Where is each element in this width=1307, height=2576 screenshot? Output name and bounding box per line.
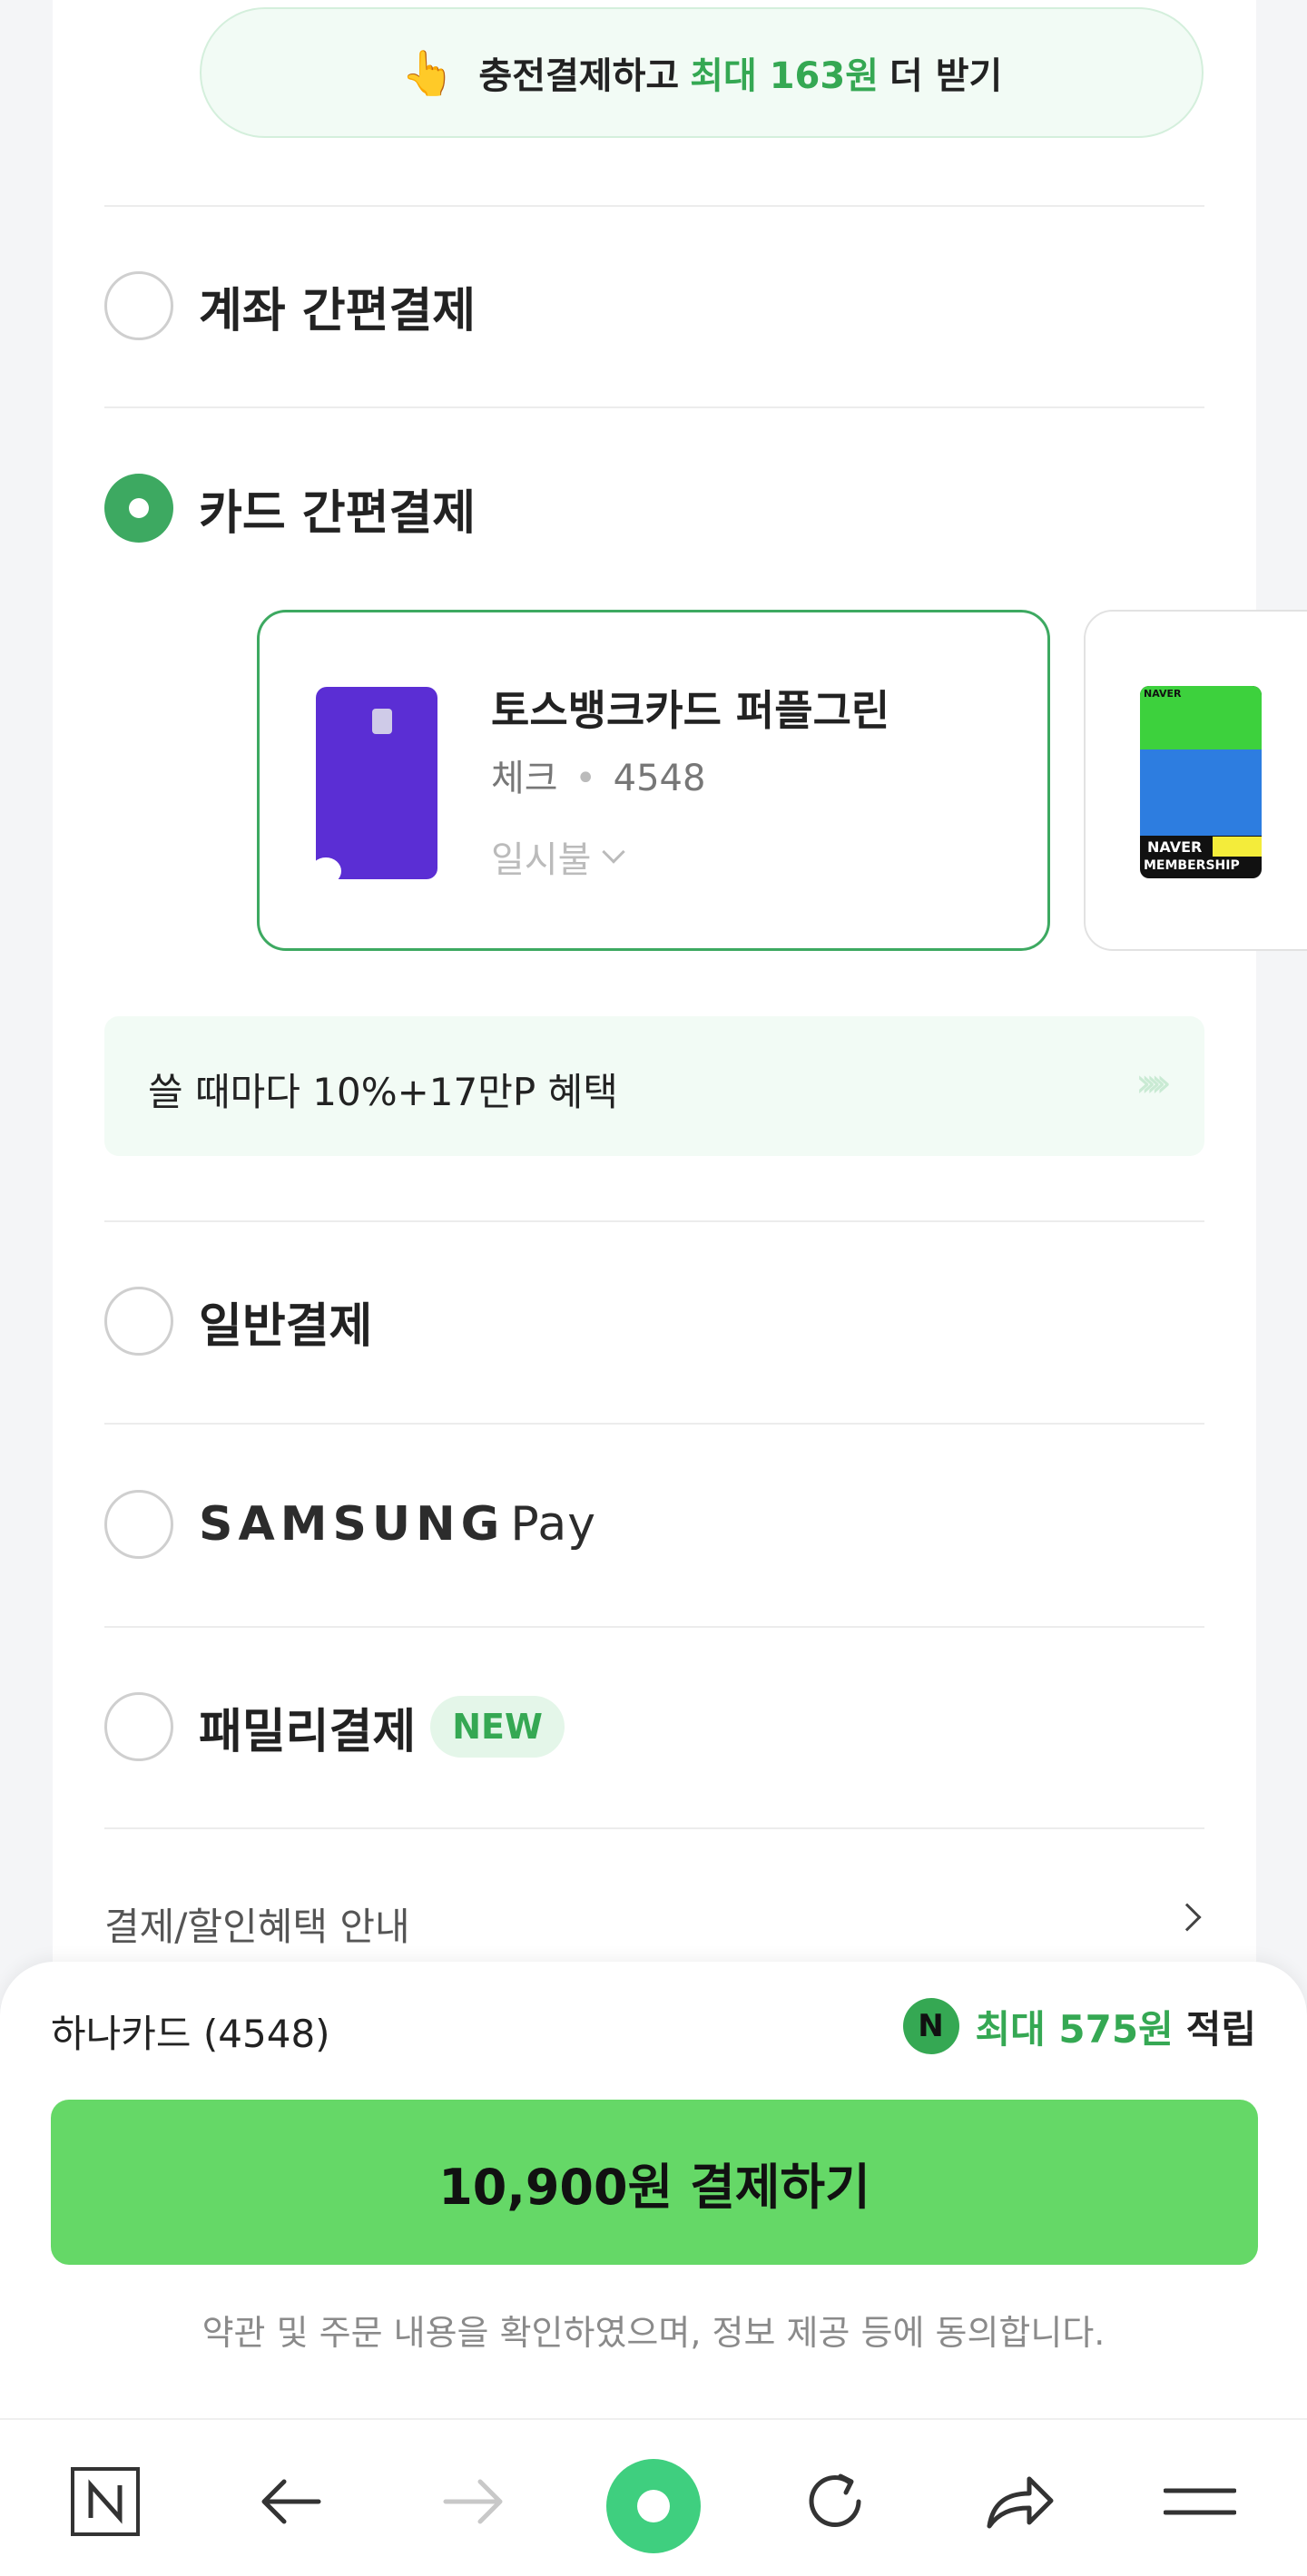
charge-promo-banner[interactable]: 👆 충전결제하고 최대 163원 더 받기 (200, 7, 1204, 138)
divider (104, 1220, 1204, 1222)
general-pay-label: 일반결제 (199, 1298, 373, 1354)
card-chip (372, 709, 392, 734)
pay-button[interactable]: 10,900원 결제하기 (51, 2100, 1258, 2265)
info-label: 결제/할인혜택 안내 (104, 1905, 410, 1949)
card-pay-label: 카드 간편결제 (199, 485, 477, 541)
reward-amount: 최대 575원 (975, 2006, 1174, 2052)
card-image (310, 687, 437, 885)
menu-icon[interactable] (1164, 2465, 1236, 2538)
option-family-pay[interactable]: 패밀리결제 NEW (104, 1690, 565, 1763)
account-pay-label: 계좌 간편결제 (199, 283, 477, 338)
chevron-down-icon (602, 840, 626, 864)
card-name: 토스뱅크카드 퍼플그린 (491, 686, 890, 735)
account-pay-radio[interactable] (104, 271, 173, 340)
browser-toolbar (0, 2418, 1307, 2576)
selected-card-summary: 하나카드 (4548) (51, 2012, 330, 2056)
samsung-pay-word: Pay (510, 1497, 596, 1552)
samsung-brand: SAMSUNG (199, 1497, 506, 1552)
option-general-pay[interactable]: 일반결제 (104, 1285, 372, 1357)
reward-summary: N 최대 575원 적립 (902, 1998, 1256, 2054)
divider (104, 1626, 1204, 1628)
card-membership: MEMBERSHIP (1144, 858, 1240, 873)
back-icon[interactable] (254, 2465, 327, 2538)
chevron-right-icon (1173, 1903, 1202, 1932)
card-art-plus (1213, 837, 1262, 857)
promo-text-after: 더 받기 (889, 55, 1003, 97)
promo-text-before: 충전결제하고 (478, 55, 680, 97)
option-samsung-pay[interactable]: SAMSUNG Pay (104, 1488, 596, 1561)
divider (104, 205, 1204, 207)
pointing-hand-icon: 👆 (400, 47, 456, 99)
card-art-blue (1140, 749, 1262, 836)
divider (104, 1827, 1204, 1829)
arrows-icon: ››››› (1135, 1060, 1172, 1106)
card-brand-top: NAVER (1144, 688, 1182, 700)
agreement-text: 약관 및 주문 내용을 확인하였으며, 정보 제공 등에 동의합니다. (201, 2313, 1106, 2353)
card-brand-bottom: NAVER (1147, 838, 1203, 856)
selected-card-tile[interactable]: 토스뱅크카드 퍼플그린 체크 • 4548 일시불 (257, 610, 1050, 951)
installment-value: 일시불 (491, 839, 592, 881)
benefit-text: 쓸 때마다 10%+17만P 혜택 (148, 1070, 618, 1114)
option-account-pay[interactable]: 계좌 간편결제 (104, 269, 476, 342)
divider (104, 1423, 1204, 1425)
divider (104, 406, 1204, 408)
card-pay-radio[interactable] (104, 474, 173, 543)
new-badge: NEW (430, 1696, 565, 1758)
npay-icon: N (902, 1998, 959, 2054)
refresh-icon[interactable] (799, 2465, 871, 2538)
naver-membership-card-image: NAVER NAVER MEMBERSHIP (1140, 686, 1262, 878)
option-card-pay[interactable]: 카드 간편결제 (104, 472, 476, 544)
family-pay-label: 패밀리결제 (199, 1704, 417, 1759)
card-separator: • (575, 758, 596, 799)
promo-highlight: 최대 163원 (690, 55, 880, 97)
card-benefit-banner[interactable]: 쓸 때마다 10%+17만P 혜택 ››››› (104, 1016, 1204, 1156)
card-notch (310, 857, 341, 885)
green-dot-icon[interactable] (604, 2456, 703, 2556)
payment-summary-sheet: 하나카드 (4548) N 최대 575원 적립 10,900원 결제하기 약관… (0, 1962, 1307, 2418)
share-icon[interactable] (984, 2465, 1056, 2538)
samsung-pay-logo: SAMSUNG Pay (199, 1497, 596, 1552)
reward-suffix: 적립 (1185, 2006, 1256, 2052)
general-pay-radio[interactable] (104, 1287, 173, 1356)
family-pay-radio[interactable] (104, 1692, 173, 1761)
payment-benefit-info-link[interactable]: 결제/할인혜택 안내 (104, 1896, 1204, 1951)
samsung-pay-radio[interactable] (104, 1490, 173, 1559)
installment-select[interactable]: 일시불 (491, 830, 626, 883)
card-meta: 체크 • 4548 (491, 749, 705, 801)
card-number: 4548 (613, 758, 706, 799)
naver-home-icon[interactable] (69, 2465, 142, 2538)
next-card-tile[interactable]: NAVER NAVER MEMBERSHIP (1084, 610, 1307, 951)
card-type: 체크 (491, 758, 558, 799)
forward-icon[interactable] (437, 2465, 510, 2538)
